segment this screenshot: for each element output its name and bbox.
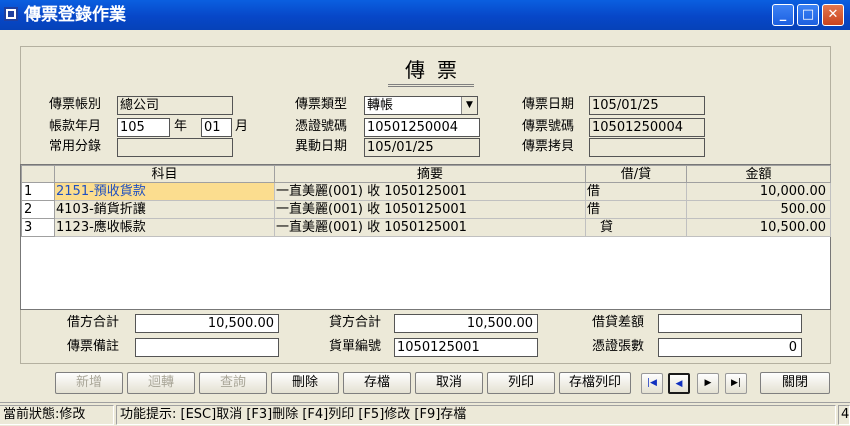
last-record-icon[interactable]: ▶| [725, 373, 747, 394]
status-count: 4 [838, 405, 850, 425]
amount-cell[interactable]: 10,500.00 [686, 218, 831, 237]
query-button[interactable]: 查詢 [199, 372, 267, 394]
account-label: 傳票帳別 [49, 97, 102, 112]
cancel-button[interactable]: 取消 [415, 372, 483, 394]
close-window-button[interactable]: ✕ [822, 4, 844, 26]
period-label: 帳款年月 [49, 119, 102, 134]
row-number: 2 [21, 200, 55, 219]
year-unit-label: 年 [174, 119, 188, 134]
common-entry-field[interactable] [117, 138, 233, 157]
row-number: 1 [21, 182, 55, 201]
row-number: 3 [21, 218, 55, 237]
diff-label: 借貸差額 [592, 315, 645, 330]
save-button[interactable]: 存檔 [343, 372, 411, 394]
app-icon [4, 7, 18, 21]
voucher-no-label: 憑證號碼 [295, 119, 348, 134]
col-header-subject[interactable]: 科目 [54, 165, 275, 183]
type-dropdown-value: 轉帳 [367, 98, 394, 113]
table-row[interactable]: 2 4103-銷貨折讓 一直美麗(001) 收 1050125001 借 500… [21, 200, 831, 219]
type-label: 傳票類型 [295, 97, 348, 112]
status-bar: 當前狀態:修改 功能提示: [ESC]取消 [F3]刪除 [F4]列印 [F5]… [0, 402, 850, 426]
ticket-no-label: 傳票號碼 [522, 119, 575, 134]
change-date-label: 異動日期 [295, 139, 348, 154]
grid-corner [21, 165, 55, 183]
voucher-entry-window: 傳票登錄作業 _ □ ✕ 傳票 傳票帳別 總公司 帳款年月 105 年 01 月… [0, 0, 850, 426]
title-underline [388, 84, 474, 87]
next-record-icon[interactable]: ▶ [697, 373, 719, 394]
entry-grid: 科目 摘要 借/貸 金額 1 2151-預收貨款 一直美麗(001) 收 105… [20, 164, 831, 310]
first-record-icon[interactable]: |◀ [641, 373, 663, 394]
add-button[interactable]: 新增 [55, 372, 123, 394]
summary-cell[interactable]: 一直美麗(001) 收 1050125001 [274, 200, 586, 219]
dc-cell[interactable]: 借 [585, 200, 687, 219]
window-title: 傳票登錄作業 [24, 5, 126, 25]
bill-no-label: 貨單編號 [329, 339, 382, 354]
voucher-count-label: 憑證張數 [592, 339, 645, 354]
amount-cell[interactable]: 500.00 [686, 200, 831, 219]
page-title: 傳票 [405, 58, 469, 82]
copier-field[interactable] [589, 138, 705, 157]
col-header-dc[interactable]: 借/貸 [585, 165, 687, 183]
previous-record-icon[interactable]: ◀ [668, 373, 690, 394]
table-row[interactable]: 3 1123-應收帳款 一直美麗(001) 收 1050125001 貸 10,… [21, 218, 831, 237]
type-dropdown[interactable]: 轉帳 ▼ [364, 96, 478, 115]
status-state: 當前狀態:修改 [0, 405, 114, 425]
col-header-summary[interactable]: 摘要 [274, 165, 586, 183]
date-field[interactable]: 105/01/25 [589, 96, 705, 115]
bill-no-field[interactable]: 1050125001 [394, 338, 538, 357]
delete-button[interactable]: 刪除 [271, 372, 339, 394]
dc-cell[interactable]: 貸 [585, 218, 687, 237]
dc-cell[interactable]: 借 [585, 182, 687, 201]
amount-cell[interactable]: 10,000.00 [686, 182, 831, 201]
month-field[interactable]: 01 [201, 118, 232, 137]
status-hint: 功能提示: [ESC]取消 [F3]刪除 [F4]列印 [F5]修改 [F9]存… [116, 405, 836, 425]
rollover-button[interactable]: 迴轉 [127, 372, 195, 394]
change-date-field[interactable]: 105/01/25 [364, 138, 480, 157]
credit-total-field: 10,500.00 [394, 314, 538, 333]
common-entry-label: 常用分錄 [49, 139, 102, 154]
table-row[interactable]: 1 2151-預收貨款 一直美麗(001) 收 1050125001 借 10,… [21, 182, 831, 201]
title-bar: 傳票登錄作業 _ □ ✕ [0, 0, 850, 30]
diff-field [658, 314, 802, 333]
subject-cell[interactable]: 4103-銷貨折讓 [54, 200, 275, 219]
col-header-amount[interactable]: 金額 [686, 165, 831, 183]
note-label: 傳票備註 [67, 339, 120, 354]
ticket-no-field[interactable]: 10501250004 [589, 118, 705, 137]
month-unit-label: 月 [235, 119, 249, 134]
summary-cell[interactable]: 一直美麗(001) 收 1050125001 [274, 218, 586, 237]
account-field[interactable]: 總公司 [117, 96, 233, 115]
voucher-count-field[interactable]: 0 [658, 338, 802, 357]
copier-label: 傳票拷貝 [522, 139, 575, 154]
subject-cell[interactable]: 1123-應收帳款 [54, 218, 275, 237]
close-button[interactable]: 關閉 [760, 372, 830, 394]
maximize-button[interactable]: □ [797, 4, 819, 26]
save-print-button[interactable]: 存檔列印 [559, 372, 631, 394]
voucher-no-field[interactable]: 10501250004 [364, 118, 480, 137]
debit-total-field: 10,500.00 [135, 314, 279, 333]
date-label: 傳票日期 [522, 97, 575, 112]
minimize-button[interactable]: _ [772, 4, 794, 26]
summary-cell[interactable]: 一直美麗(001) 收 1050125001 [274, 182, 586, 201]
chevron-down-icon[interactable]: ▼ [461, 97, 477, 114]
subject-cell[interactable]: 2151-預收貨款 [54, 182, 275, 201]
print-button[interactable]: 列印 [487, 372, 555, 394]
note-field[interactable] [135, 338, 279, 357]
year-field[interactable]: 105 [117, 118, 170, 137]
debit-total-label: 借方合計 [67, 315, 120, 330]
credit-total-label: 貸方合計 [329, 315, 382, 330]
